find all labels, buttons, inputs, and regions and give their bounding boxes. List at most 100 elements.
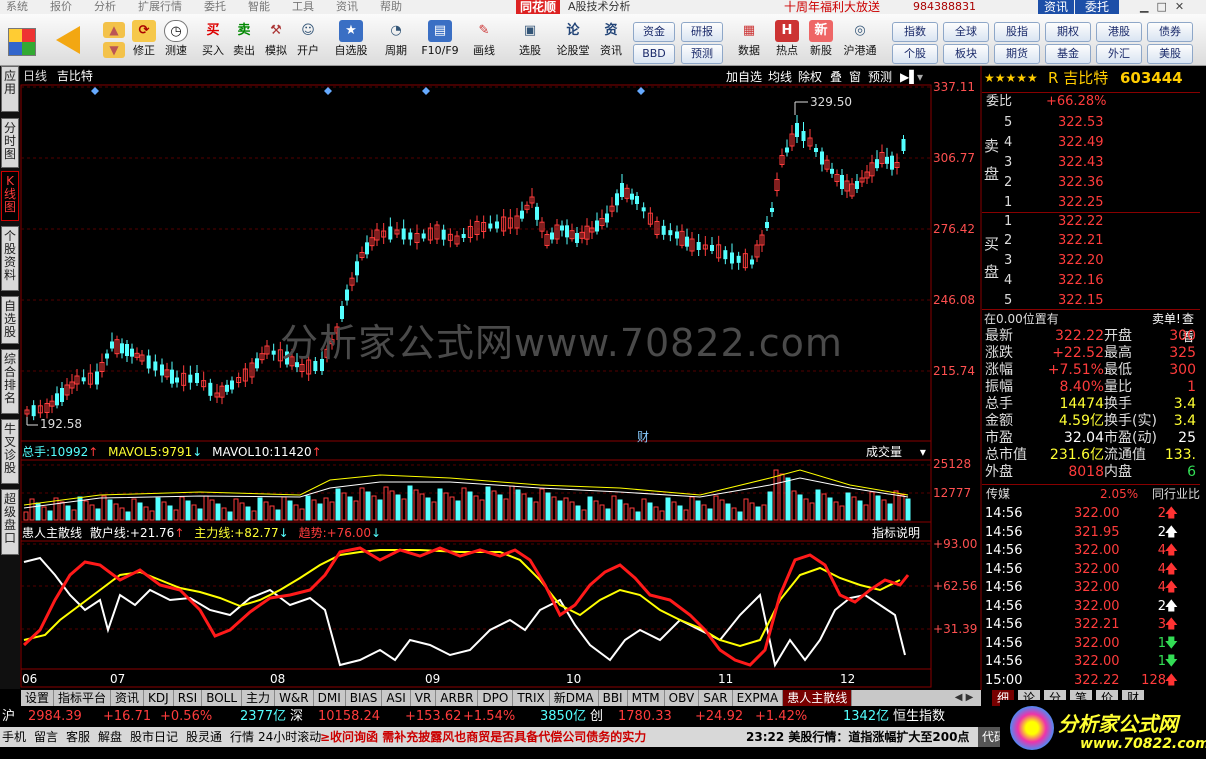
- indicator-tab[interactable]: OBV: [665, 690, 700, 706]
- volume-bar: [323, 497, 329, 521]
- volume-bar: [203, 495, 209, 521]
- sz-index-name[interactable]: 深: [290, 707, 303, 727]
- volume-bar: [239, 502, 245, 521]
- status-link[interactable]: 股灵通: [186, 727, 222, 747]
- status-link[interactable]: 手机: [2, 727, 26, 747]
- down-arrow-icon: 🡇: [1164, 654, 1178, 669]
- candle-down: [710, 245, 714, 251]
- volume-bar: [875, 495, 881, 521]
- ask-row[interactable]: 2 322.36: [982, 174, 1200, 192]
- finance-marker[interactable]: 财: [637, 428, 649, 445]
- indicator-tab[interactable]: 指标平台: [54, 690, 112, 706]
- stat-label: 内盘: [1104, 464, 1132, 480]
- bid-row[interactable]: 3 322.20: [982, 252, 1200, 270]
- bid-row[interactable]: 4 322.16: [982, 272, 1200, 290]
- price-tick-5: 215.74: [933, 364, 975, 378]
- volume-bar: [569, 501, 575, 521]
- volume-bar: [293, 504, 299, 521]
- status-link[interactable]: 股市日记: [130, 727, 178, 747]
- candle-down: [81, 377, 86, 382]
- ask-price: 322.36: [1058, 175, 1104, 190]
- volume-bar: [431, 501, 437, 521]
- tab-scroll-arrows[interactable]: ◀ ▶: [948, 690, 980, 706]
- tick-price: 322.00: [1074, 654, 1120, 669]
- peer-compare-tab[interactable]: 同行业比: [1152, 485, 1200, 503]
- volume-bar: [377, 499, 383, 521]
- candle-down: [31, 405, 36, 417]
- candle-down: [146, 355, 151, 369]
- indicator-name: 患人主散线: [22, 526, 83, 540]
- candle-down: [550, 232, 554, 240]
- candle-down: [575, 233, 579, 243]
- indicator-tab[interactable]: ARBR: [436, 690, 479, 706]
- tick-price: 322.22: [1074, 672, 1120, 688]
- tick-row: 14:56 322.00 4 🡅: [982, 579, 1200, 597]
- tick-row: 14:56 322.00 4 🡅: [982, 542, 1200, 560]
- cy-index-name[interactable]: 创: [590, 707, 603, 727]
- indicator-tab[interactable]: SAR: [699, 690, 733, 706]
- indicator-tab[interactable]: TRIX: [513, 690, 550, 706]
- indicator-tab[interactable]: KDJ: [144, 690, 174, 706]
- candle-down: [125, 344, 129, 356]
- rating-stars: ★★★★★: [984, 71, 1038, 85]
- volume-bar: [611, 495, 617, 521]
- ask-row[interactable]: 5 322.53: [982, 114, 1200, 132]
- news-ticker-right[interactable]: 23:22 美股行情：道指涨幅扩大至200点: [746, 727, 969, 747]
- status-link[interactable]: 客服: [66, 727, 90, 747]
- bid-row[interactable]: 5 322.15: [982, 292, 1200, 310]
- indicator-tab[interactable]: BOLL: [202, 690, 243, 706]
- candle-down: [188, 374, 193, 383]
- bid-level: 3: [1004, 253, 1013, 268]
- ask-row[interactable]: 4 322.49: [982, 134, 1200, 152]
- indicator-tab[interactable]: BIAS: [346, 690, 383, 706]
- sell-order-button[interactable]: 卖单!: [1152, 310, 1181, 328]
- volume-bar: [869, 491, 875, 521]
- bid-row[interactable]: 2 322.21: [982, 232, 1200, 250]
- indicator-tab[interactable]: DMI: [314, 690, 346, 706]
- tick-row: 14:56 321.95 2 🡅: [982, 524, 1200, 542]
- indicator-tab[interactable]: BBI: [599, 690, 628, 706]
- stat-value: 14474: [1059, 396, 1104, 412]
- tick-price: 322.00: [1074, 506, 1120, 521]
- indicator-tab[interactable]: 新DMA: [550, 690, 599, 706]
- indicator-tab[interactable]: 设置: [21, 690, 55, 706]
- sector-row: 传媒 2.05% 同行业比: [982, 484, 1200, 502]
- status-link[interactable]: 留言: [34, 727, 58, 747]
- status-link[interactable]: 行情: [230, 727, 254, 747]
- indicator-tab[interactable]: DPO: [478, 690, 514, 706]
- volume-header: 总手:10992↑ MAVOL5:9791↓ MAVOL10:11420↑: [22, 445, 322, 459]
- volume-bar: [65, 505, 71, 521]
- sector-name[interactable]: 传媒: [986, 485, 1010, 503]
- indicator-tab[interactable]: MTM: [628, 690, 665, 706]
- indicator-tab[interactable]: RSI: [174, 690, 203, 706]
- volume-bar: [143, 506, 149, 521]
- indicator-tab[interactable]: W&R: [275, 690, 314, 706]
- indicator-tab[interactable]: 患人主散线: [783, 690, 853, 706]
- indicator-tab[interactable]: VR: [411, 690, 437, 706]
- volume-menu[interactable]: 成交量 ▾: [866, 445, 926, 459]
- status-link[interactable]: 24小时滚动: [258, 727, 321, 747]
- stat-label: 涨跌: [985, 345, 1013, 361]
- ask-row[interactable]: 3 322.43: [982, 154, 1200, 172]
- indicator-help-button[interactable]: 指标说明: [872, 526, 920, 540]
- volume-bar: [863, 504, 869, 521]
- chart-frame: [20, 84, 932, 688]
- candle-down: [840, 175, 844, 189]
- indicator-tab[interactable]: 资讯: [111, 690, 145, 706]
- indicator-tab[interactable]: EXPMA: [733, 690, 784, 706]
- volume-bar: [815, 489, 821, 521]
- stat-label: 最低: [1104, 362, 1132, 378]
- volume-bar: [83, 500, 89, 521]
- sh-index-name[interactable]: 沪: [2, 707, 15, 727]
- indicator-tab[interactable]: 主力: [242, 690, 276, 706]
- candle-down: [736, 255, 741, 263]
- status-link[interactable]: 解盘: [98, 727, 122, 747]
- indicator-tab[interactable]: ASI: [382, 690, 411, 706]
- news-ticker-left[interactable]: ≥收问询函 需补充披露风也商贸是否具备代偿公司债务的实力: [320, 727, 646, 747]
- ask-row[interactable]: 1 322.25: [982, 194, 1200, 212]
- ask-price: 322.25: [1058, 195, 1104, 210]
- bid-row[interactable]: 1 322.22: [982, 212, 1200, 230]
- hsi-name[interactable]: 恒生指数: [893, 707, 945, 727]
- watermark: 分析家公式网www.70822.com: [280, 321, 843, 365]
- volume-tick-1: 25128: [933, 457, 972, 471]
